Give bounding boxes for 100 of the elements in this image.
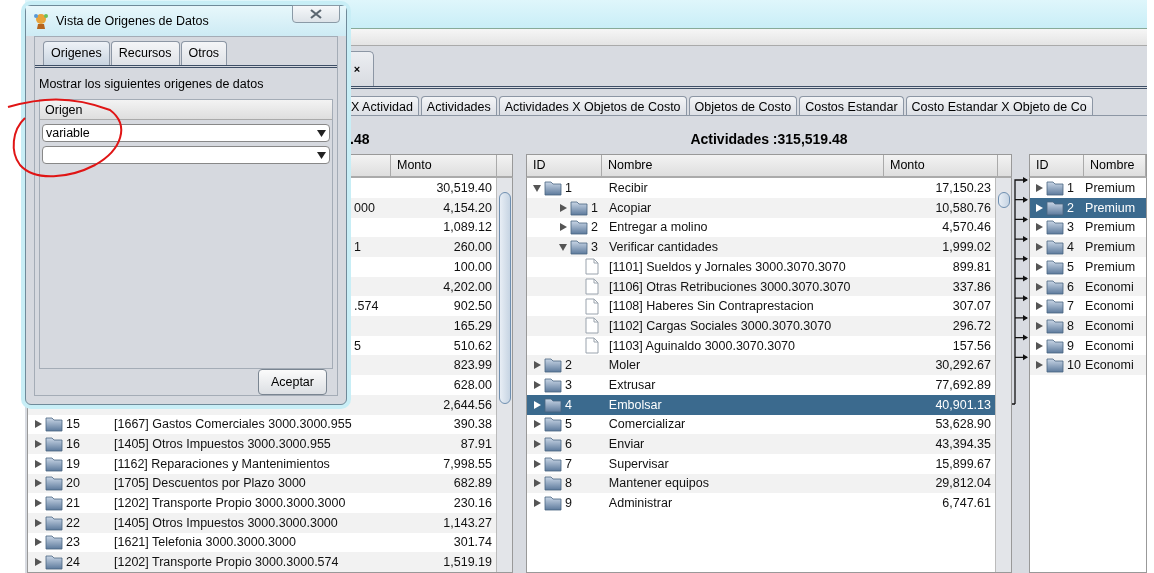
table-cell: Entregar a molino: [608, 220, 708, 235]
table-cell: [1102] Cargas Sociales 3000.3070.3070: [608, 318, 832, 333]
close-button[interactable]: [292, 5, 340, 23]
document-icon: [585, 317, 599, 335]
table-cell: 87.91: [460, 437, 492, 452]
table-cell: 53,628.90: [935, 417, 991, 432]
table-cell: Economi: [1085, 318, 1134, 333]
expand-arrow-icon[interactable]: [533, 420, 541, 429]
table-cell: 1,089.12: [443, 220, 492, 235]
tree-row[interactable]: 2 Premium: [1030, 197, 1146, 218]
table-cell: 4: [565, 397, 572, 412]
expand-arrow-icon[interactable]: [1035, 341, 1043, 350]
expand-arrow-icon[interactable]: [559, 203, 567, 212]
table-cell: .574: [354, 299, 379, 314]
document-icon: [585, 258, 599, 276]
tree-row[interactable]: 6 Enviar 43,394.35: [527, 434, 995, 454]
expand-arrow-icon[interactable]: [533, 400, 541, 409]
table-cell: 823.99: [453, 358, 492, 373]
expand-arrow-icon[interactable]: [1035, 361, 1043, 370]
dropdown-arrow-icon[interactable]: [317, 151, 326, 159]
tab[interactable]: Actividades: [420, 95, 497, 116]
table-cell: 7,998.55: [443, 456, 492, 471]
table-cell: Mantener equipos: [608, 476, 709, 491]
tree-row[interactable]: 10 Economi: [1030, 355, 1146, 376]
expand-arrow-icon[interactable]: [34, 440, 42, 449]
column-header[interactable]: ID: [1030, 155, 1085, 177]
column-header[interactable]: Nombre: [602, 155, 884, 177]
table-cell: 17,150.23: [935, 181, 991, 196]
table-cell: 1,999.02: [942, 240, 991, 255]
tree-row[interactable]: 8 Mantener equipos 29,812.04: [527, 473, 995, 494]
table-cell: Premium: [1085, 220, 1136, 235]
expand-arrow-icon[interactable]: [34, 518, 42, 527]
table-cell: 3: [1067, 220, 1074, 235]
expand-arrow-icon[interactable]: [533, 380, 541, 389]
expand-arrow-icon[interactable]: [34, 459, 42, 468]
tab[interactable]: Objetos de Costo: [688, 95, 798, 116]
table-cell: [1108] Haberes Sin Contraprestacion: [608, 299, 814, 314]
expand-arrow-icon[interactable]: [533, 459, 541, 468]
scroll-bar[interactable]: [995, 178, 1011, 572]
tree-row[interactable]: 8 Economi: [1030, 316, 1146, 336]
tab[interactable]: Recursos: [110, 41, 180, 65]
expand-arrow-icon[interactable]: [533, 361, 541, 370]
table-cell: Economi: [1085, 299, 1134, 314]
column-header[interactable]: Monto: [391, 155, 497, 177]
expand-arrow-icon[interactable]: [1035, 243, 1043, 252]
accept-button[interactable]: Aceptar: [257, 369, 327, 395]
tab[interactable]: Actividades X Objetos de Costo: [498, 95, 687, 116]
document-icon: [585, 337, 599, 355]
column-header[interactable]: ID: [527, 155, 602, 177]
expand-arrow-icon[interactable]: [559, 223, 567, 232]
total-label: Actividades :315,519.48: [690, 131, 848, 148]
table-cell: 4,202.00: [443, 279, 492, 294]
table-cell: 2: [591, 220, 598, 235]
tree-row[interactable]: 6 Economi: [1030, 276, 1146, 297]
expand-arrow-icon[interactable]: [1035, 223, 1043, 232]
expand-arrow-icon[interactable]: [1035, 321, 1043, 330]
tab[interactable]: Origenes: [43, 41, 110, 65]
expand-arrow-icon[interactable]: [34, 538, 42, 547]
expand-arrow-icon[interactable]: [1035, 184, 1043, 193]
table-cell: 15,899.67: [935, 456, 991, 471]
collapse-arrow-icon[interactable]: [533, 184, 541, 193]
tree-row[interactable]: 4 Embolsar 40,901.13: [527, 394, 995, 415]
table-cell: 628.00: [453, 377, 492, 392]
expand-arrow-icon[interactable]: [34, 499, 42, 508]
expand-arrow-icon[interactable]: [1035, 282, 1043, 291]
expand-arrow-icon[interactable]: [1035, 203, 1043, 212]
table-cell: Moler: [608, 358, 641, 373]
table-cell: 902.50: [453, 299, 492, 314]
tree-row[interactable]: [1106] Otras Retribuciones 3000.3070.3070 337.86: [527, 276, 995, 297]
expand-arrow-icon[interactable]: [34, 558, 42, 567]
tree-row[interactable]: 2 Moler 30,292.67: [527, 355, 995, 376]
table-cell: 20: [66, 476, 80, 491]
column-header[interactable]: Monto: [884, 155, 998, 177]
table-cell: 337.86: [952, 279, 991, 294]
tree-row[interactable]: 1 Acopiar 10,580.76: [527, 197, 995, 218]
tree-row[interactable]: 3 Verificar cantidades 1,999.02: [527, 237, 995, 257]
tab[interactable]: Costos Estandar: [799, 95, 904, 116]
dropdown-field[interactable]: [42, 146, 330, 164]
dropdown-field[interactable]: variable: [42, 124, 330, 142]
table-cell: Supervisar: [608, 456, 669, 471]
tab[interactable]: Otros: [180, 41, 228, 65]
expand-arrow-icon[interactable]: [533, 479, 541, 488]
tree-row[interactable]: [1102] Cargas Sociales 3000.3070.3070 296.72: [527, 316, 995, 336]
expand-arrow-icon[interactable]: [34, 479, 42, 488]
collapse-arrow-icon[interactable]: [559, 243, 567, 252]
tree-row[interactable]: 4 Premium: [1030, 237, 1146, 257]
table-cell: 157.56: [952, 338, 991, 353]
expand-arrow-icon[interactable]: [533, 440, 541, 449]
table-cell: Economi: [1085, 358, 1134, 373]
column-header[interactable]: Origen: [40, 100, 332, 120]
expand-arrow-icon[interactable]: [533, 499, 541, 508]
table-cell: 510.62: [453, 338, 492, 353]
expand-arrow-icon[interactable]: [1035, 302, 1043, 311]
column-header[interactable]: Nombre: [1084, 155, 1146, 177]
expand-arrow-icon[interactable]: [34, 420, 42, 429]
table-cell: Verificar cantidades: [608, 240, 718, 255]
dropdown-arrow-icon[interactable]: [317, 129, 326, 137]
tab[interactable]: Costo Estandar X Objeto de Co: [905, 95, 1093, 116]
scroll-bar[interactable]: [496, 178, 512, 572]
expand-arrow-icon[interactable]: [1035, 262, 1043, 271]
